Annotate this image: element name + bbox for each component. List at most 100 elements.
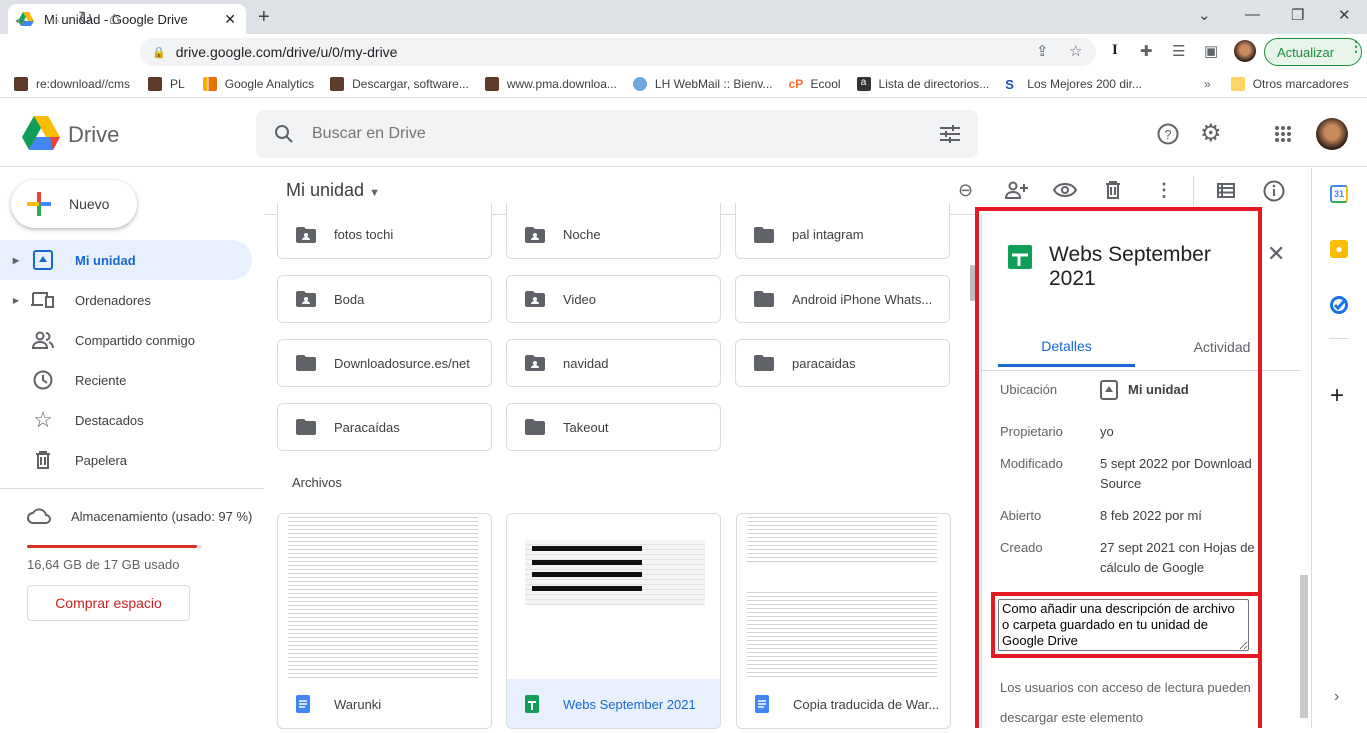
reload-icon[interactable]: ↻ [78,8,93,29]
bookmark-label: Lista de directorios... [878,76,990,91]
caret-down-icon: ▼ [369,187,380,199]
more-bookmarks-button[interactable]: » [1204,77,1211,91]
sidebar-item-starred[interactable]: ☆ Destacados [0,400,252,440]
preview-eye-icon[interactable] [1053,183,1077,197]
folder-item[interactable]: fotos tochi [277,203,492,259]
search-options-icon[interactable] [940,125,960,143]
folder-item[interactable]: navidad [506,339,721,387]
settings-gear-icon[interactable]: ⚙ [1200,119,1222,148]
folder-name: Video [563,291,597,307]
toolbar-divider [1193,176,1194,206]
bookmark-item[interactable]: S Los Mejores 200 dir... [1005,77,1142,92]
bookmark-item[interactable]: Google Analytics [202,76,314,91]
computers-icon [28,291,58,309]
folder-item[interactable]: Paracaídas [277,403,492,451]
search-icon [275,125,293,143]
close-window-button[interactable]: ✕ [1338,6,1351,24]
folder-name: Boda [334,291,365,307]
browser-tab[interactable]: Mi unidad - Google Drive ✕ [8,4,246,34]
bookmark-item[interactable]: a Lista de directorios... [856,76,990,91]
folder-item[interactable]: Video [506,275,721,323]
keep-icon[interactable]: ● [1330,240,1348,258]
restore-button[interactable]: ❐ [1291,6,1304,24]
browser-profile-avatar[interactable] [1234,40,1256,62]
calendar-icon[interactable]: 31 [1330,185,1348,203]
expand-arrow-icon[interactable]: ▶ [8,296,24,305]
folder-item[interactable]: pal intagram [735,203,950,259]
sheets-icon [525,695,539,713]
apps-grid-icon[interactable] [1274,125,1292,143]
share-person-icon[interactable] [1005,181,1029,199]
extension-i-icon[interactable]: I [1112,42,1118,59]
account-avatar[interactable] [1316,118,1348,150]
bookmark-star-icon[interactable]: ☆ [1069,42,1082,60]
panel-highlight-box [975,207,1262,728]
page-title: Mi unidad [286,180,365,200]
sidebar-item-trash[interactable]: Papelera [0,440,252,480]
folder-item[interactable]: Downloadosurce.es/net [277,339,492,387]
file-card-selected[interactable]: Webs September 2021 [506,513,721,729]
file-card[interactable]: Copia traducida de War... [736,513,951,729]
folder-name: fotos tochi [334,227,394,242]
new-button[interactable]: Nuevo [11,180,137,228]
folder-icon [1230,76,1245,91]
folder-item[interactable]: Boda [277,275,492,323]
bookmark-item[interactable]: LH WebMail :: Bienv... [632,76,773,91]
more-actions-icon[interactable]: ⋮ [1155,180,1173,201]
tasks-icon[interactable] [1330,296,1348,314]
folder-name: Android iPhone Whats... [792,291,933,307]
search-input[interactable] [312,125,912,143]
forward-icon[interactable]: → [45,8,63,29]
sidebar-item-recent[interactable]: Reciente [0,360,252,400]
sidebar-item-my-drive[interactable]: ▶ Mi unidad [0,240,252,280]
file-card[interactable]: Warunki [277,513,492,729]
expand-rail-icon[interactable]: › [1334,688,1339,706]
bookmark-item[interactable]: PL [148,76,185,91]
folder-item[interactable]: Noche [506,203,721,259]
folder-icon [525,419,545,435]
get-link-icon[interactable]: ⊖ [958,180,973,201]
help-icon[interactable]: ? [1157,123,1179,145]
expand-arrow-icon[interactable]: ▶ [8,256,24,265]
folder-item[interactable]: paracaidas [735,339,950,387]
side-panel-icon[interactable]: ▣ [1204,42,1218,60]
share-icon[interactable]: ⇪ [1036,42,1049,60]
back-icon[interactable]: ← [12,8,30,29]
home-icon[interactable]: ⌂ [109,8,120,29]
minimize-button[interactable]: — [1245,6,1260,23]
bookmark-item[interactable]: re:download//cms [14,76,130,91]
address-bar[interactable]: 🔒 drive.google.com/drive/u/0/my-drive [140,38,1096,66]
file-thumbnail [507,514,720,679]
cloud-icon [27,508,51,524]
delete-trash-icon[interactable] [1105,181,1121,199]
info-icon[interactable] [1263,180,1285,202]
update-button[interactable]: Actualizar ⋮ [1264,38,1363,66]
list-view-icon[interactable] [1217,183,1235,198]
new-button-label: Nuevo [69,196,110,212]
sidebar-item-shared[interactable]: Compartido conmigo [0,320,252,360]
sidebar-item-computers[interactable]: ▶ Ordenadores [0,280,252,320]
buy-storage-button[interactable]: Comprar espacio [27,585,190,621]
shared-folder-icon [525,226,545,243]
details-scrollbar[interactable] [1300,575,1308,718]
extensions-puzzle-icon[interactable]: ✚ [1140,42,1153,60]
other-bookmarks[interactable]: Otros marcadores [1230,76,1349,91]
folder-name: Downloadosurce.es/net [334,355,470,371]
tab-search-icon[interactable]: ⌄ [1198,6,1211,24]
reading-list-icon[interactable]: ☰ [1172,42,1185,60]
close-tab-icon[interactable]: ✕ [224,11,236,28]
add-addon-icon[interactable]: + [1330,382,1344,410]
bookmark-item[interactable]: www.pma.downloa... [484,76,617,91]
folder-item[interactable]: Android iPhone Whats... [735,275,950,323]
folder-name: Noche [563,227,601,242]
bookmark-item[interactable]: Descargar, software... [330,76,469,91]
new-tab-button[interactable]: + [258,6,270,29]
page-title-dropdown[interactable]: Mi unidad ▼ [286,180,380,201]
folder-item[interactable]: Takeout [506,403,721,451]
search-bar[interactable] [256,110,978,158]
folder-icon [754,291,774,307]
sidebar-item-label: Destacados [75,412,144,428]
update-label: Actualizar [1277,44,1335,60]
close-details-icon[interactable]: ✕ [1267,241,1285,267]
bookmark-item[interactable]: cP Ecool [789,77,841,91]
